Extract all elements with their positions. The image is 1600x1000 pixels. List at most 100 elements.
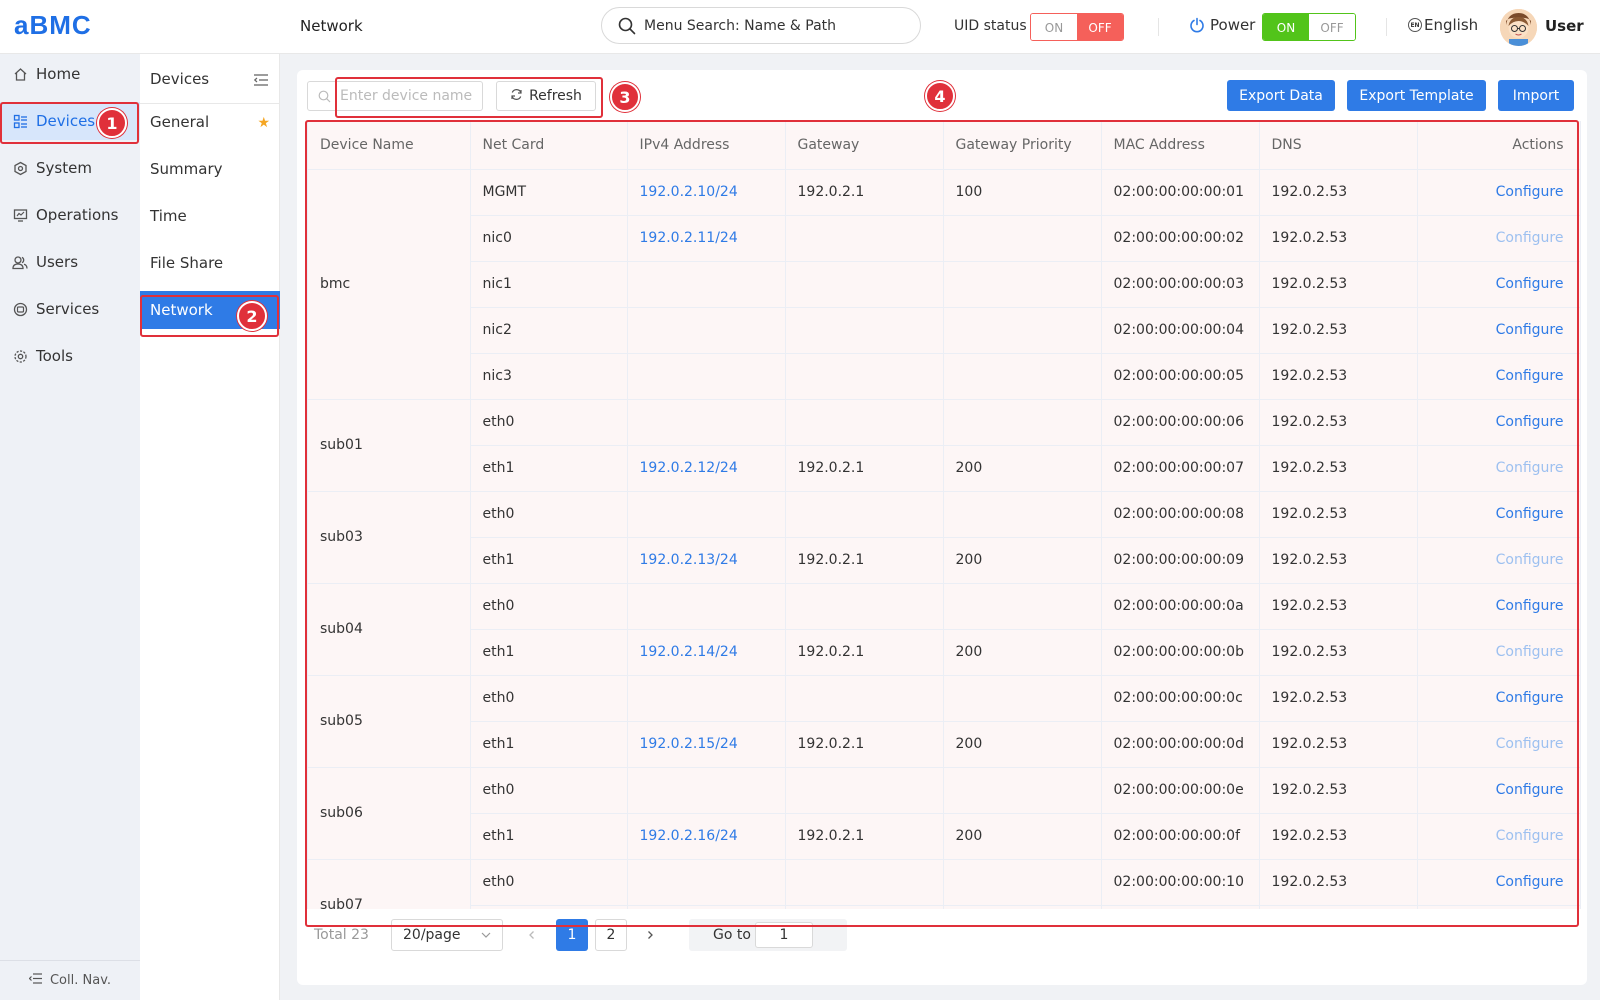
configure-link[interactable]: Configure <box>1496 644 1564 660</box>
dns-cell: 192.0.2.53 <box>1259 767 1418 814</box>
goto-page-input[interactable] <box>755 922 813 948</box>
gateway-priority-cell <box>943 215 1102 262</box>
configure-link[interactable]: Configure <box>1496 598 1564 614</box>
uid-off-option[interactable]: OFF <box>1077 14 1123 40</box>
column-header[interactable]: DNS <box>1259 121 1418 170</box>
nav-item-label: System <box>36 159 92 177</box>
uid-status-label: UID status <box>954 18 1027 34</box>
main-panel: Refresh Export Data Export Template Impo… <box>297 70 1587 985</box>
configure-link[interactable]: Configure <box>1496 460 1564 476</box>
configure-link[interactable]: Configure <box>1496 736 1564 752</box>
menu-search-input[interactable]: Menu Search: Name & Path <box>601 7 921 44</box>
device-name-search[interactable] <box>307 81 483 111</box>
app-logo[interactable]: aBMC <box>14 10 92 41</box>
configure-link[interactable]: Configure <box>1496 414 1564 430</box>
power-on-option[interactable]: ON <box>1263 14 1309 40</box>
ipv4-cell <box>627 491 786 538</box>
refresh-button[interactable]: Refresh <box>496 81 596 111</box>
table-row: eth1 192.0.2.15/24 192.0.2.1 200 02:00:00:00… <box>308 721 1581 768</box>
gateway-cell <box>785 399 944 446</box>
actions-cell: Configure <box>1417 537 1581 584</box>
nav-item-tools[interactable]: Tools <box>0 337 140 375</box>
net-card-cell: eth1 <box>470 813 628 860</box>
subnav-item-file-share[interactable]: File Share <box>140 244 280 282</box>
device-name-input[interactable] <box>340 88 480 104</box>
net-card-cell: eth0 <box>470 675 628 722</box>
dns-cell: 192.0.2.53 <box>1259 445 1418 492</box>
configure-link[interactable]: Configure <box>1496 184 1564 200</box>
import-button[interactable]: Import <box>1498 80 1574 111</box>
language-switcher[interactable]: EN English <box>1408 16 1478 34</box>
configure-link[interactable]: Configure <box>1496 230 1564 246</box>
power-toggle[interactable]: ON OFF <box>1262 13 1356 41</box>
ipv4-cell <box>627 905 786 909</box>
configure-link[interactable]: Configure <box>1496 322 1564 338</box>
next-page-button[interactable] <box>635 919 665 951</box>
export-template-button[interactable]: Export Template <box>1347 80 1486 111</box>
table-row: nic2 02:00:00:00:00:04 192.0.2.53 Configure <box>308 307 1581 354</box>
gateway-cell: 192.0.2.1 <box>785 813 944 860</box>
star-icon[interactable]: ★ <box>257 115 270 131</box>
nav-item-operations[interactable]: Operations <box>0 196 140 234</box>
dns-cell: 192.0.2.53 <box>1259 583 1418 630</box>
nav-item-label: Tools <box>36 347 73 365</box>
mac-address-cell: 02:00:00:00:00:0d <box>1101 721 1260 768</box>
configure-link[interactable]: Configure <box>1496 506 1564 522</box>
subnav-item-time[interactable]: Time <box>140 197 280 235</box>
net-card-cell: eth1 <box>470 445 628 492</box>
user-avatar[interactable] <box>1500 9 1537 46</box>
column-header[interactable]: Net Card <box>470 121 628 170</box>
ipv4-cell: 192.0.2.10/24 <box>627 169 786 216</box>
gateway-cell: 192.0.2.1 <box>785 169 944 216</box>
configure-link[interactable]: Configure <box>1496 368 1564 384</box>
column-header[interactable]: Device Name <box>308 121 471 170</box>
configure-link[interactable]: Configure <box>1496 874 1564 890</box>
subnav-collapse-icon[interactable] <box>253 72 268 90</box>
table-row: nic3 02:00:00:00:00:05 192.0.2.53 Configure <box>308 353 1581 400</box>
configure-link[interactable]: Configure <box>1496 276 1564 292</box>
export-data-button[interactable]: Export Data <box>1227 80 1335 111</box>
column-header[interactable]: Actions <box>1417 121 1581 170</box>
actions-cell: Configure <box>1417 353 1581 400</box>
table-header-row: Device Name Net Card IPv4 Address Gatewa… <box>308 121 1581 170</box>
nav-item-users[interactable]: Users <box>0 243 140 281</box>
nav-item-home[interactable]: Home <box>0 55 140 93</box>
page-size-value: 20/page <box>403 927 461 943</box>
gateway-cell <box>785 353 944 400</box>
uid-status-toggle[interactable]: ON OFF <box>1030 13 1124 41</box>
column-header[interactable]: MAC Address <box>1101 121 1260 170</box>
uid-on-option[interactable]: ON <box>1031 14 1077 40</box>
table-row: sub07 eth0 02:00:00:00:00:10 192.0.2.53 Conf… <box>308 859 1581 909</box>
gateway-priority-cell: 100 <box>943 169 1102 216</box>
nav-item-label: Home <box>36 65 81 83</box>
column-header[interactable]: Gateway <box>785 121 944 170</box>
user-name[interactable]: User <box>1545 17 1584 35</box>
configure-link[interactable]: Configure <box>1496 690 1564 706</box>
device-name-cell: bmc <box>308 169 471 400</box>
nav-item-system[interactable]: System <box>0 149 140 187</box>
prev-page-button[interactable] <box>517 919 547 951</box>
page-size-select[interactable]: 20/page <box>391 919 503 951</box>
subnav-item-label: Summary <box>150 160 223 178</box>
subnav-item-summary[interactable]: Summary <box>140 150 280 188</box>
gateway-priority-cell <box>943 307 1102 354</box>
subnav-item-general[interactable]: General ★ <box>140 103 280 141</box>
page-button[interactable]: 2 <box>595 919 627 951</box>
collapse-nav-button[interactable]: Coll. Nav. <box>0 960 140 1000</box>
configure-link[interactable]: Configure <box>1496 552 1564 568</box>
network-table-container[interactable]: Device Name Net Card IPv4 Address Gatewa… <box>307 121 1581 909</box>
power-off-option[interactable]: OFF <box>1309 14 1355 40</box>
device-name-cell: sub01 <box>308 399 471 492</box>
column-header[interactable]: Gateway Priority <box>943 121 1102 170</box>
ipv4-cell: 192.0.2.14/24 <box>627 629 786 676</box>
configure-link[interactable]: Configure <box>1496 782 1564 798</box>
page-button[interactable]: 1 <box>556 919 588 951</box>
ipv4-cell <box>627 399 786 446</box>
configure-link[interactable]: Configure <box>1496 828 1564 844</box>
chevron-right-icon <box>648 931 653 939</box>
column-header[interactable]: IPv4 Address <box>627 121 786 170</box>
actions-cell: Configure <box>1417 445 1581 492</box>
nav-item-services[interactable]: Services <box>0 290 140 328</box>
dns-cell <box>1259 905 1418 909</box>
dns-cell: 192.0.2.53 <box>1259 491 1418 538</box>
